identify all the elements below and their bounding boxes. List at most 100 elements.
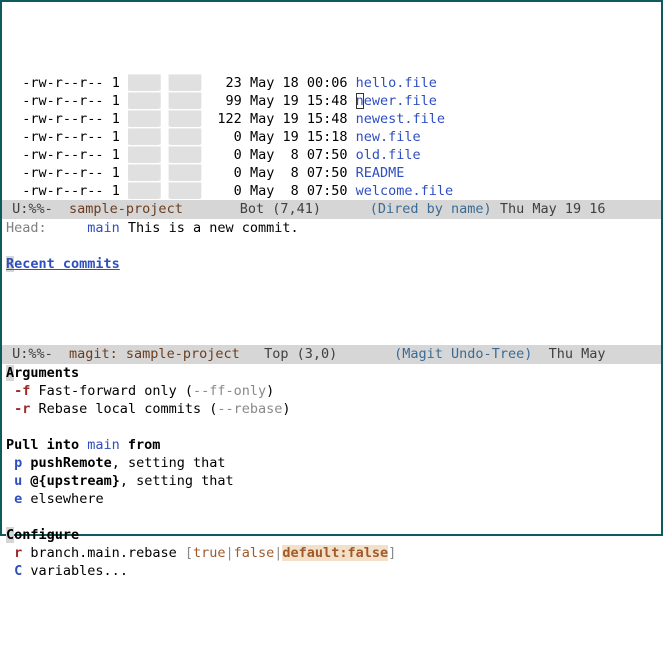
dired-row[interactable]: -rw-r--r-- 1 ████ ████ 0 May 8 07:50 old… [2, 146, 661, 164]
cfg-variables[interactable]: C variables... [2, 562, 661, 580]
dired-row[interactable]: -rw-r--r-- 1 ████ ████ 122 May 19 15:48 … [2, 110, 661, 128]
size: 0 [209, 183, 242, 199]
links: 1 [112, 147, 120, 163]
date: May 19 15:48 [250, 111, 348, 127]
filename[interactable]: newer.file [356, 93, 437, 109]
group: ████ [169, 93, 202, 109]
perm: -rw-r--r-- [22, 111, 103, 127]
configure-header: Configure [2, 526, 661, 544]
key: u [14, 473, 22, 489]
perm: -rw-r--r-- [22, 147, 103, 163]
key: -f [14, 383, 30, 399]
perm: -rw-r--r-- [22, 93, 103, 109]
group: ████ [169, 165, 202, 181]
owner: ████ [128, 75, 161, 91]
ml-mode: (Dired by name) [370, 200, 492, 219]
group: ████ [169, 111, 202, 127]
perm: -rw-r--r-- [22, 183, 103, 199]
flag: --rebase [217, 401, 282, 417]
owner: ████ [128, 111, 161, 127]
links: 1 [112, 111, 120, 127]
key: e [14, 491, 22, 507]
cfg-rebase[interactable]: r branch.main.rebase [true|false|default… [2, 544, 661, 562]
ml-state: U:%%- [4, 345, 69, 364]
owner: ████ [128, 183, 161, 199]
size: 0 [209, 129, 242, 145]
ml-buffer: sample-project [69, 200, 183, 219]
dired-modeline: U:%%- sample-project Bot (7,41) (Dired b… [2, 200, 661, 219]
dired-row[interactable]: -rw-r--r-- 1 ████ ████ 0 May 8 07:50 wel… [2, 182, 661, 200]
size: 0 [209, 147, 242, 163]
filename[interactable]: new.file [356, 129, 421, 145]
ml-buffer: magit: sample-project [69, 345, 240, 364]
owner: ████ [128, 165, 161, 181]
owner: ████ [128, 147, 161, 163]
owner: ████ [128, 129, 161, 145]
blank [2, 327, 661, 345]
ml-time: Thu May 19 16 [492, 200, 606, 219]
pull-elsewhere[interactable]: e elsewhere [2, 490, 661, 508]
date: May 8 07:50 [250, 183, 348, 199]
filename[interactable]: newest.file [356, 111, 445, 127]
key: r [14, 545, 22, 561]
magit-modeline: U:%%- magit: sample-project Top (3,0) (M… [2, 345, 661, 364]
perm: -rw-r--r-- [22, 75, 103, 91]
arg-rebase[interactable]: -r Rebase local commits (--rebase) [2, 400, 661, 418]
ml-time: Thu May [532, 345, 605, 364]
date: May 8 07:50 [250, 165, 348, 181]
pull-header: Pull into main from [2, 436, 661, 454]
arg-ff-only[interactable]: -f Fast-forward only (--ff-only) [2, 382, 661, 400]
blank [2, 418, 661, 436]
ml-pos: Top (3,0) [240, 345, 394, 364]
filename[interactable]: README [356, 165, 405, 181]
label: Fast-forward only ( [30, 383, 193, 399]
magit-head: Head: main This is a new commit. [2, 219, 661, 237]
date: May 18 00:06 [250, 75, 348, 91]
links: 1 [112, 183, 120, 199]
ml-pos: Bot (7,41) [183, 200, 370, 219]
gap [47, 220, 88, 236]
blank [2, 508, 661, 526]
dired-row[interactable]: -rw-r--r-- 1 ████ ████ 23 May 18 00:06 h… [2, 74, 661, 92]
size: 99 [209, 93, 242, 109]
arguments-header: Arguments [2, 364, 661, 382]
dired-row[interactable]: -rw-r--r-- 1 ████ ████ 0 May 19 15:18 ne… [2, 128, 661, 146]
head-key: Head: [6, 220, 47, 236]
size: 23 [209, 75, 242, 91]
blank [2, 309, 661, 327]
owner: ████ [128, 93, 161, 109]
blank [2, 237, 661, 255]
dired-row[interactable]: -rw-r--r-- 1 ████ ████ 99 May 19 15:48 n… [2, 92, 661, 110]
pull-upstream[interactable]: u @{upstream}, setting that [2, 472, 661, 490]
recent-commits-header[interactable]: Recent commits [2, 255, 661, 273]
blank [2, 273, 661, 291]
filename[interactable]: old.file [356, 147, 421, 163]
ml-mode: (Magit Undo-Tree) [394, 345, 532, 364]
key: -r [14, 401, 30, 417]
links: 1 [112, 165, 120, 181]
perm: -rw-r--r-- [22, 165, 103, 181]
size: 0 [209, 165, 242, 181]
links: 1 [112, 75, 120, 91]
filename[interactable]: hello.file [356, 75, 437, 91]
pull-pushremote[interactable]: p pushRemote, setting that [2, 454, 661, 472]
group: ████ [169, 147, 202, 163]
date: May 8 07:50 [250, 147, 348, 163]
blank [2, 291, 661, 309]
group: ████ [169, 75, 202, 91]
links: 1 [112, 93, 120, 109]
perm: -rw-r--r-- [22, 129, 103, 145]
links: 1 [112, 129, 120, 145]
filename[interactable]: welcome.file [356, 183, 454, 199]
branch[interactable]: main [87, 220, 120, 236]
group: ████ [169, 183, 202, 199]
flag: --ff-only [193, 383, 266, 399]
ml-state: U:%%- [4, 200, 69, 219]
head-msg: This is a new commit. [120, 220, 299, 236]
date: May 19 15:48 [250, 93, 348, 109]
dired-row[interactable]: -rw-r--r-- 1 ████ ████ 0 May 8 07:50 REA… [2, 164, 661, 182]
key: p [14, 455, 22, 471]
group: ████ [169, 129, 202, 145]
label: Rebase local commits ( [30, 401, 217, 417]
size: 122 [209, 111, 242, 127]
